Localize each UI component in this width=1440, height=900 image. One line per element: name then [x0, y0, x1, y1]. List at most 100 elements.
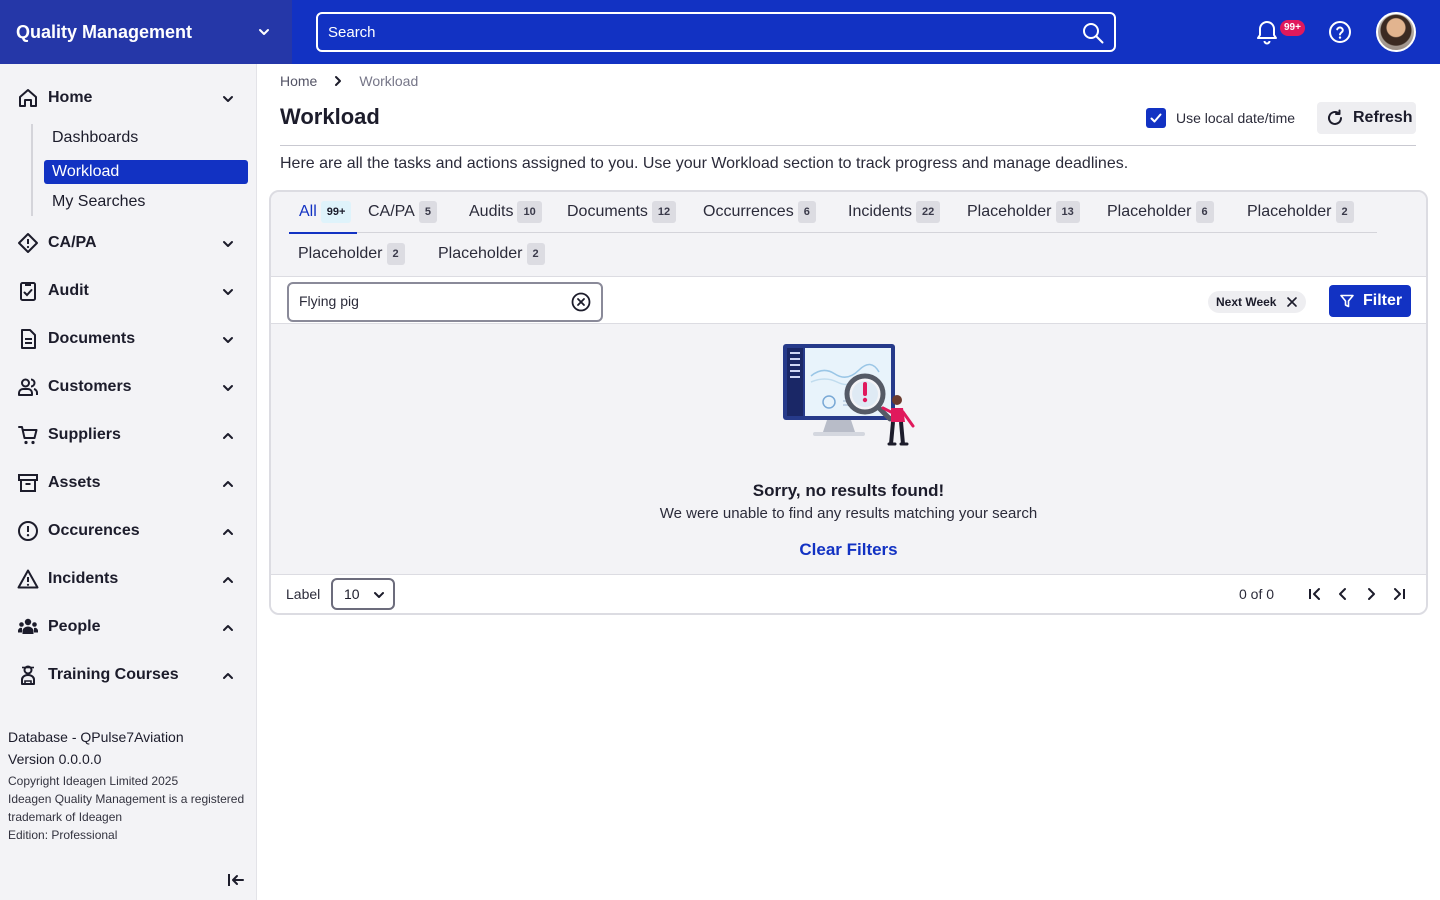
home-icon — [19, 89, 37, 107]
training-icon — [21, 665, 35, 685]
tab-placeholder-1[interactable]: Placeholder 13 — [967, 198, 1080, 226]
sidebar-item-label: Customers — [48, 378, 132, 395]
tab-placeholder-2[interactable]: Placeholder 6 — [1107, 198, 1214, 226]
local-time-toggle[interactable]: Use local date/time — [1146, 108, 1295, 128]
tab-label: Placeholder — [967, 203, 1052, 220]
tab-count: 6 — [1195, 201, 1214, 223]
workload-search-input[interactable] — [299, 293, 559, 309]
breadcrumb-home[interactable]: Home — [280, 73, 317, 89]
sidebar-item-label: Home — [48, 89, 93, 106]
tab-documents[interactable]: Documents 12 — [567, 198, 677, 226]
chevron-up-icon — [223, 625, 233, 631]
page-description: Here are all the tasks and actions assig… — [280, 155, 1129, 172]
active-tab-indicator — [289, 232, 357, 234]
sidebar-item-home[interactable]: Home — [0, 78, 257, 118]
tab-placeholder-5[interactable]: Placeholder 2 — [438, 240, 545, 268]
trademark-line: Ideagen Quality Management is a register… — [8, 792, 245, 824]
tab-label: Placeholder — [1247, 203, 1332, 220]
tab-count: 5 — [418, 201, 437, 223]
page-size-select[interactable]: 10 — [331, 578, 395, 610]
sidebar-subitem-dashboards[interactable]: Dashboards — [44, 126, 248, 150]
people-icon — [18, 618, 38, 634]
database-name: Database - QPulse7Aviation — [8, 729, 184, 745]
next-page-icon[interactable] — [1363, 586, 1379, 602]
filter-bar: Next Week Filter — [271, 276, 1426, 324]
filter-button[interactable]: Filter — [1329, 285, 1411, 317]
tab-capa[interactable]: CA/PA 5 — [368, 198, 437, 226]
tab-label: Placeholder — [1107, 203, 1192, 220]
tab-label: Placeholder — [438, 245, 523, 262]
tab-label: Documents — [567, 203, 648, 220]
filter-chip: Next Week — [1208, 291, 1307, 313]
local-time-checkbox[interactable] — [1146, 108, 1166, 128]
copyright-text: Copyright Ideagen Limited 2025 Ideagen Q… — [8, 772, 248, 844]
chevron-right-icon — [335, 76, 342, 86]
sidebar-item-suppliers[interactable]: Suppliers — [0, 415, 257, 455]
empty-state-title: Sorry, no results found! — [752, 481, 945, 500]
chevron-down-icon — [259, 29, 269, 35]
global-search-input[interactable] — [328, 23, 1068, 41]
tab-label: Placeholder — [298, 245, 383, 262]
app-switcher[interactable]: Quality Management — [0, 0, 292, 64]
refresh-button[interactable]: Refresh — [1317, 102, 1416, 134]
subnav-line — [31, 124, 33, 216]
bell-icon[interactable] — [1254, 18, 1280, 46]
tab-incidents[interactable]: Incidents 22 — [848, 198, 941, 226]
warning-triangle-icon — [17, 569, 39, 589]
filter-icon — [1340, 294, 1354, 308]
tab-occurrences[interactable]: Occurrences 6 — [703, 198, 816, 226]
tab-label: Occurrences — [703, 203, 794, 220]
user-avatar[interactable] — [1376, 12, 1416, 52]
pagination-bar: Label 10 0 of 0 — [271, 574, 1426, 613]
prev-page-icon[interactable] — [1335, 586, 1351, 602]
sidebar-item-assets[interactable]: Assets — [0, 463, 257, 503]
first-page-icon[interactable] — [1307, 586, 1323, 602]
tab-count: 22 — [916, 201, 941, 223]
tab-count: 2 — [526, 243, 545, 265]
top-bar: Quality Management 99+ — [0, 0, 1440, 64]
global-search — [316, 12, 1116, 52]
sidebar-item-incidents[interactable]: Incidents — [0, 559, 257, 599]
sidebar-footer: Database - QPulse7Aviation Version 0.0.0… — [8, 726, 248, 844]
sidebar-item-label: Assets — [48, 474, 101, 491]
chevron-up-icon — [223, 673, 233, 679]
tab-label: All — [299, 203, 317, 220]
refresh-label: Refresh — [1353, 109, 1413, 126]
title-divider — [280, 145, 1416, 146]
close-icon[interactable] — [1286, 296, 1298, 308]
sidebar-subitem-my-searches[interactable]: My Searches — [44, 190, 248, 214]
tab-placeholder-4[interactable]: Placeholder 2 — [298, 240, 405, 268]
sidebar-item-label: Suppliers — [48, 426, 121, 443]
sidebar-item-training-courses[interactable]: Training Courses — [0, 655, 257, 695]
sidebar-item-audit[interactable]: Audit — [0, 271, 257, 311]
tab-count: 10 — [517, 201, 542, 223]
sidebar-item-label: Incidents — [48, 570, 119, 587]
chevron-down-icon — [223, 385, 233, 391]
collapse-sidebar-icon[interactable] — [226, 870, 246, 890]
filter-label: Filter — [1363, 292, 1403, 309]
breadcrumb: Home Workload — [280, 72, 418, 90]
cart-icon — [18, 426, 38, 445]
clear-search-icon[interactable] — [571, 292, 591, 312]
sidebar-subitem-workload[interactable]: Workload — [44, 160, 248, 184]
sidebar-item-people[interactable]: People — [0, 607, 257, 647]
sidebar-item-capa[interactable]: CA/PA — [0, 223, 257, 263]
sidebar-item-occurences[interactable]: Occurences — [0, 511, 257, 551]
tab-count: 2 — [1335, 201, 1354, 223]
chevron-down-icon — [223, 337, 233, 343]
clipboard-check-icon — [20, 282, 36, 301]
sidebar-item-documents[interactable]: Documents — [0, 319, 257, 359]
tab-audits[interactable]: Audits 10 — [469, 198, 542, 226]
clear-filters-link[interactable]: Clear Filters — [271, 540, 1426, 560]
sidebar-item-customers[interactable]: Customers — [0, 367, 257, 407]
filter-chip-label: Next Week — [1216, 295, 1277, 309]
search-icon[interactable] — [1082, 22, 1104, 44]
document-icon — [21, 329, 36, 349]
last-page-icon[interactable] — [1391, 586, 1407, 602]
tab-all[interactable]: All 99+ — [299, 198, 352, 226]
page-size-label: Label — [286, 586, 321, 602]
help-icon[interactable] — [1328, 20, 1352, 44]
chevron-up-icon — [223, 433, 233, 439]
tab-placeholder-3[interactable]: Placeholder 2 — [1247, 198, 1354, 226]
tab-row-divider — [289, 232, 1377, 233]
